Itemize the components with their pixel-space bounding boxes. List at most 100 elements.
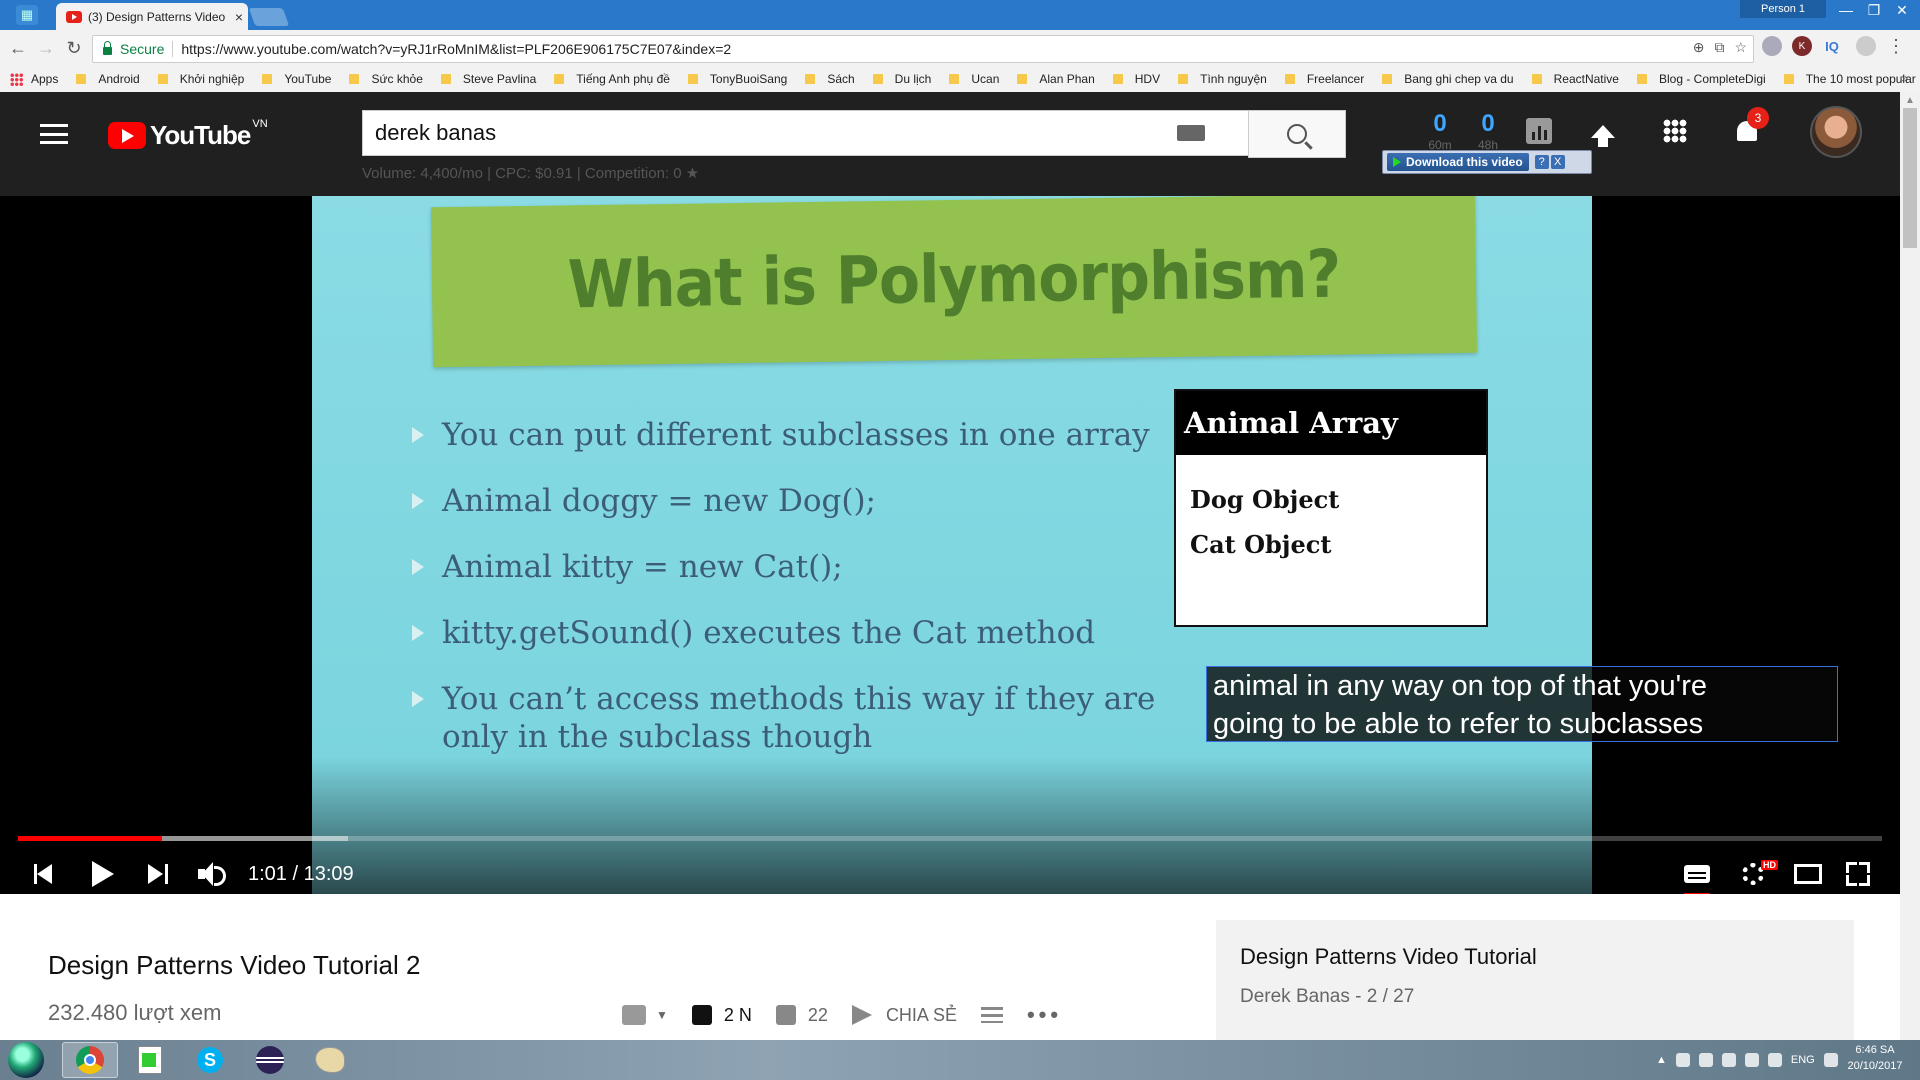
url-text[interactable]: https://www.youtube.com/watch?v=yRJ1rRoM… — [181, 41, 731, 57]
new-tab-button[interactable] — [248, 8, 290, 26]
bookmarks-overflow-icon[interactable]: » — [1901, 71, 1908, 85]
bookmark-item[interactable]: Sức khỏe — [349, 72, 423, 86]
browser-tab[interactable]: (3) Design Patterns Video × — [56, 3, 248, 30]
translate-icon[interactable]: ⧉ — [1714, 39, 1724, 56]
taskbar-skype[interactable]: S — [182, 1042, 238, 1078]
previous-icon[interactable] — [34, 852, 54, 894]
more-actions-icon[interactable]: ••• — [1027, 1002, 1062, 1028]
taskbar-eclipse[interactable] — [242, 1042, 298, 1078]
bookmark-label: Alan Phan — [1039, 72, 1095, 86]
page-scrollbar[interactable]: ▲ — [1900, 92, 1920, 1040]
search-box — [362, 110, 1250, 156]
fullscreen-icon[interactable] — [1846, 852, 1870, 894]
upload-icon[interactable] — [1586, 114, 1620, 148]
bookmark-item[interactable]: Blog - CompleteDigi — [1636, 72, 1766, 86]
bookmark-item[interactable]: ReactNative — [1531, 72, 1619, 86]
forward-arrow-icon[interactable]: → — [34, 36, 58, 60]
zoom-icon[interactable]: ⊕ — [1693, 39, 1705, 56]
bookmark-item[interactable]: Bang ghi chep va du — [1382, 72, 1514, 86]
keyboard-icon[interactable] — [1177, 125, 1205, 141]
counter-right[interactable]: 0 — [1468, 110, 1508, 138]
add-to-playlist-icon[interactable] — [980, 1007, 1003, 1023]
reload-icon[interactable]: ↻ — [62, 36, 86, 60]
avatar[interactable] — [1810, 106, 1862, 158]
bookmark-item[interactable]: Alan Phan — [1017, 72, 1095, 86]
caption-box[interactable]: animal in any way on top of that you're … — [1206, 666, 1838, 742]
extension-circle-icon[interactable] — [1856, 36, 1876, 56]
keyboard-tray-icon[interactable] — [1767, 1053, 1782, 1067]
bookmark-item[interactable]: Tiếng Anh phụ đề — [554, 72, 670, 86]
scroll-up-icon[interactable]: ▲ — [1900, 92, 1920, 108]
close-window-button[interactable]: ✕ — [1882, 0, 1920, 20]
share-button[interactable]: CHIA SẺ — [851, 1005, 957, 1026]
analytics-icon[interactable] — [1522, 114, 1556, 148]
extension-shield-icon[interactable] — [1762, 36, 1782, 56]
counter-left[interactable]: 0 — [1420, 110, 1460, 138]
input-language[interactable]: ENG — [1791, 1054, 1815, 1066]
bookmark-item[interactable]: The 10 most popular — [1783, 72, 1916, 86]
bookmark-item[interactable]: Sách — [805, 72, 855, 86]
playlist-subtitle[interactable]: Derek Banas - 2 / 27 — [1240, 986, 1414, 1008]
playlist-title[interactable]: Design Patterns Video Tutorial — [1240, 944, 1537, 970]
chevron-down-icon: ▼ — [656, 1008, 668, 1022]
download-help-icon[interactable]: ? — [1534, 155, 1549, 169]
next-icon[interactable] — [148, 852, 168, 894]
bookmark-item[interactable]: YouTube — [262, 72, 331, 86]
apps-grid-icon[interactable] — [1658, 114, 1692, 148]
tab-close-icon[interactable]: × — [230, 9, 248, 25]
play-icon[interactable] — [92, 852, 114, 894]
search-button[interactable] — [1248, 110, 1346, 158]
notifications-bell-icon[interactable]: 3 — [1730, 107, 1769, 148]
network-tray-icon[interactable] — [1721, 1053, 1736, 1067]
bookmark-item[interactable]: Du lịch — [872, 72, 931, 86]
taskbar-chrome[interactable] — [62, 1042, 118, 1078]
profile-button[interactable]: Person 1 — [1740, 0, 1826, 18]
settings-gear-icon[interactable]: HD — [1742, 852, 1778, 894]
progress-bar[interactable] — [18, 836, 1882, 841]
download-close-icon[interactable]: X — [1550, 155, 1565, 169]
notification-tray-icon[interactable] — [1823, 1053, 1838, 1067]
start-button-icon[interactable] — [8, 1042, 44, 1078]
volume-tray-icon[interactable] — [1698, 1053, 1713, 1067]
video-player[interactable]: What is Polymorphism? You can put differ… — [0, 196, 1900, 894]
flag-tray-icon[interactable] — [1744, 1053, 1759, 1067]
sheets-app-icon[interactable]: ▦ — [16, 5, 38, 25]
bookmark-label: Android — [98, 72, 140, 86]
bookmark-item[interactable]: HDV — [1112, 72, 1160, 86]
search-input[interactable] — [373, 119, 1177, 147]
taskbar-paint[interactable] — [302, 1042, 358, 1078]
taskbar-spreadsheet[interactable] — [122, 1042, 178, 1078]
extension-iq-icon[interactable]: IQ — [1822, 36, 1842, 56]
bookmark-item[interactable]: Freelancer — [1284, 72, 1364, 86]
secure-indicator[interactable]: Secure — [93, 41, 164, 57]
subtitles-icon[interactable] — [1684, 852, 1710, 894]
bookmark-item[interactable]: Android — [76, 72, 140, 86]
hamburger-menu-icon[interactable] — [40, 124, 68, 144]
volume-icon[interactable] — [198, 852, 226, 894]
save-to-playlist-button[interactable]: ▼ — [622, 1005, 668, 1025]
bookmark-label: Khởi nghiệp — [179, 72, 245, 86]
scrollbar-thumb[interactable] — [1903, 108, 1917, 248]
taskbar-clock[interactable]: 6:46 SA 20/10/2017 — [1840, 1042, 1910, 1074]
slide-title: What is Polymorphism? — [567, 236, 1341, 324]
extension-k-icon[interactable]: K — [1792, 36, 1812, 56]
download-video-button[interactable]: Download this video — [1387, 153, 1529, 171]
chrome-menu-icon[interactable]: ⋮ — [1886, 36, 1906, 56]
youtube-logo[interactable]: YouTube VN — [108, 118, 268, 151]
bookmark-item[interactable]: Tình nguyện — [1178, 72, 1267, 86]
address-bar[interactable]: Secure https://www.youtube.com/watch?v=y… — [92, 35, 1754, 63]
bookmark-item[interactable]: Ucan — [949, 72, 999, 86]
dislike-button[interactable]: 22 — [775, 1005, 828, 1026]
like-button[interactable]: 2 N — [691, 1005, 752, 1026]
bookmark-item[interactable]: TonyBuoiSang — [687, 72, 787, 86]
bookmark-apps[interactable]: Apps — [0, 72, 58, 86]
time-display: 1:01 / 13:09 — [248, 862, 354, 885]
bookmark-item[interactable]: Steve Pavlina — [440, 72, 536, 86]
back-arrow-icon[interactable]: ← — [6, 36, 30, 60]
tray-app-icon[interactable] — [1675, 1053, 1690, 1067]
bookmark-item[interactable]: Khởi nghiệp — [157, 72, 245, 86]
tray-expand-icon[interactable]: ▲ — [1656, 1054, 1667, 1066]
folder-icon — [805, 74, 816, 84]
theater-mode-icon[interactable] — [1794, 852, 1822, 894]
bookmark-star-icon[interactable]: ☆ — [1734, 39, 1747, 56]
